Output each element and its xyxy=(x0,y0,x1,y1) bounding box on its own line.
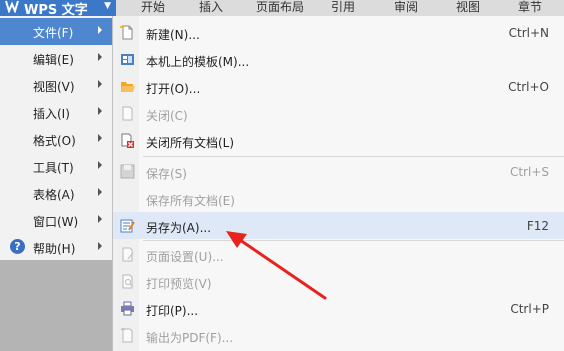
menu-item-open[interactable]: 打开(O)... Ctrl+O xyxy=(113,73,564,100)
chevron-right-icon xyxy=(98,53,102,61)
menu-separator xyxy=(143,156,564,157)
close-document-icon xyxy=(122,106,133,121)
chevron-right-icon xyxy=(98,134,102,142)
save-as-icon xyxy=(120,219,135,233)
menu-item-export-pdf[interactable]: 输出为PDF(F)... xyxy=(113,322,564,349)
menu-item-label: 另存为(A)... xyxy=(146,221,212,235)
menu-item-view[interactable]: 视图(V) xyxy=(0,72,116,99)
menu-item-close-all[interactable]: 关闭所有文档(L) xyxy=(113,127,564,154)
chevron-right-icon xyxy=(98,26,102,34)
app-title: WPS 文字 xyxy=(24,2,88,18)
menu-item-label: 表格(A) xyxy=(33,188,75,202)
chevron-right-icon xyxy=(98,161,102,169)
menu-item-close[interactable]: 关闭(C) xyxy=(113,100,564,127)
template-icon xyxy=(121,54,134,65)
chevron-right-icon xyxy=(98,242,102,250)
chevron-right-icon xyxy=(98,107,102,115)
new-document-icon xyxy=(120,25,133,40)
menu-item-label: 输出为PDF(F)... xyxy=(146,331,234,345)
chevron-right-icon xyxy=(98,215,102,223)
menu-item-table[interactable]: 表格(A) xyxy=(0,180,116,207)
menu-item-label: 帮助(H) xyxy=(33,242,76,256)
menu-item-label: 编辑(E) xyxy=(33,53,74,67)
menu-item-label: 窗口(W) xyxy=(33,215,79,229)
menu-item-save[interactable]: 保存(S) Ctrl+S xyxy=(113,158,564,185)
wps-menu-button[interactable]: WPS 文字 ▼ xyxy=(0,0,116,18)
chevron-right-icon xyxy=(98,188,102,196)
menu-item-label: 打印(P)... xyxy=(146,304,199,318)
menu-item-tools[interactable]: 工具(T) xyxy=(0,153,116,180)
main-menu: 文件(F) 编辑(E) 视图(V) 插入(I) 格式(O) 工具(T) 表格(A… xyxy=(0,16,117,260)
chevron-down-icon: ▼ xyxy=(104,1,111,11)
tab-chapter[interactable]: 章节 xyxy=(505,0,555,16)
menu-item-file[interactable]: 文件(F) xyxy=(0,18,116,45)
shortcut-label: Ctrl+S xyxy=(509,165,549,179)
menu-item-edit[interactable]: 编辑(E) xyxy=(0,45,116,72)
tab-start[interactable]: 开始 xyxy=(128,0,178,16)
shortcut-label: F12 xyxy=(526,219,549,233)
menu-item-label: 页面设置(U)... xyxy=(146,250,224,264)
tab-references[interactable]: 引用 xyxy=(318,0,368,16)
print-icon xyxy=(121,301,134,316)
export-pdf-icon xyxy=(120,328,133,343)
app-toolbar: WPS 文字 ▼ 开始 插入 页面布局 引用 审阅 视图 章节 xyxy=(0,0,564,18)
shortcut-label: Ctrl+P xyxy=(510,302,549,316)
open-folder-icon xyxy=(121,82,135,92)
tab-insert[interactable]: 插入 xyxy=(186,0,236,16)
menu-item-label: 插入(I) xyxy=(33,107,70,121)
page-setup-icon xyxy=(122,247,134,262)
print-preview-icon xyxy=(122,274,133,289)
menu-item-print-preview[interactable]: 打印预览(V) xyxy=(113,268,564,295)
menu-item-label: 打开(O)... xyxy=(146,82,201,96)
menu-item-label: 本机上的模板(M)... xyxy=(146,55,250,69)
tab-review[interactable]: 审阅 xyxy=(381,0,431,16)
menu-item-label: 保存所有文档(E) xyxy=(146,194,235,208)
menu-item-local-templates[interactable]: 本机上的模板(M)... xyxy=(113,46,564,73)
menu-item-new[interactable]: 新建(N)... Ctrl+N xyxy=(113,19,564,46)
menu-item-label: 新建(N)... xyxy=(146,28,200,42)
menu-item-label: 保存(S) xyxy=(146,167,187,181)
menu-item-label: 格式(O) xyxy=(33,134,76,148)
help-icon: ? xyxy=(10,239,25,254)
menu-item-help[interactable]: ? 帮助(H) xyxy=(0,234,116,261)
menu-item-format[interactable]: 格式(O) xyxy=(0,126,116,153)
menu-item-label: 视图(V) xyxy=(33,80,75,94)
chevron-right-icon xyxy=(98,80,102,88)
menu-item-label: 工具(T) xyxy=(33,161,74,175)
shortcut-label: Ctrl+O xyxy=(508,80,549,94)
file-submenu: 新建(N)... Ctrl+N 本机上的模板(M)... 打开(O)... Ct… xyxy=(112,16,564,351)
menu-item-window[interactable]: 窗口(W) xyxy=(0,207,116,234)
save-icon xyxy=(120,164,135,179)
menu-item-label: 打印预览(V) xyxy=(146,277,212,291)
menu-item-save-all[interactable]: 保存所有文档(E) xyxy=(113,185,564,212)
close-all-icon xyxy=(121,133,134,148)
menu-item-label: 文件(F) xyxy=(33,26,74,40)
menu-item-save-as[interactable]: 另存为(A)... F12 xyxy=(113,212,564,239)
tab-view[interactable]: 视图 xyxy=(443,0,493,16)
menu-item-insert[interactable]: 插入(I) xyxy=(0,99,116,126)
tab-page-layout[interactable]: 页面布局 xyxy=(250,0,310,16)
wps-logo-icon xyxy=(5,0,19,13)
menu-item-label: 关闭所有文档(L) xyxy=(146,136,235,150)
menu-item-label: 关闭(C) xyxy=(146,109,188,123)
shortcut-label: Ctrl+N xyxy=(508,26,549,40)
menu-item-page-setup[interactable]: 页面设置(U)... xyxy=(113,241,564,268)
menu-item-print[interactable]: 打印(P)... Ctrl+P xyxy=(113,295,564,322)
